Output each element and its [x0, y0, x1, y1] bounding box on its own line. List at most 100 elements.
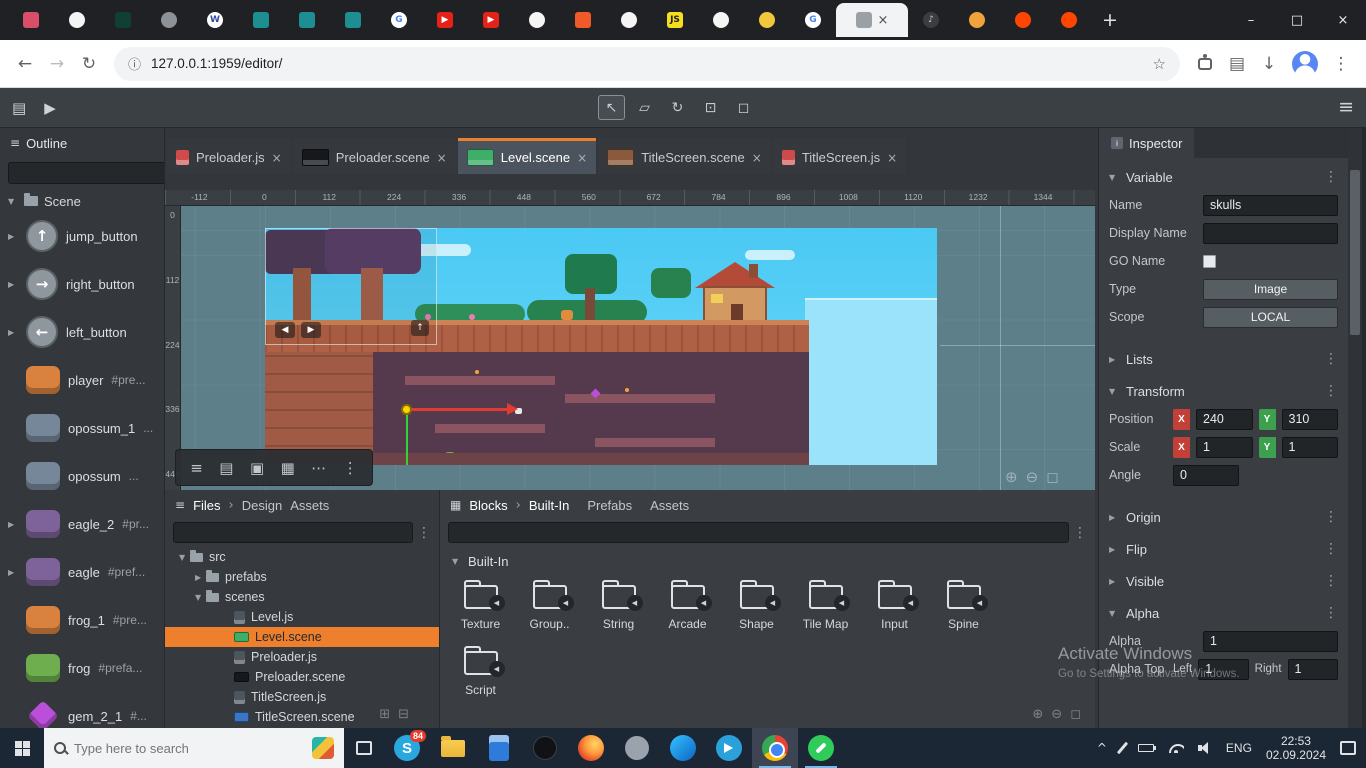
zoom-in-icon[interactable]: ⊕: [1005, 468, 1018, 486]
inspector-scrollbar[interactable]: [1348, 128, 1362, 728]
section-menu-icon[interactable]: ⋮: [1324, 169, 1338, 185]
expand-caret[interactable]: ▼: [1109, 173, 1119, 182]
display-name-input[interactable]: [1203, 223, 1338, 244]
task-view-button[interactable]: [344, 728, 384, 768]
file-tree-item[interactable]: Level.js: [165, 607, 439, 627]
scrollbar-thumb[interactable]: [1350, 170, 1360, 335]
block-item[interactable]: ◀ Script: [446, 643, 515, 709]
browser-tab[interactable]: ▶: [422, 3, 468, 37]
scale-x-input[interactable]: [1196, 437, 1253, 458]
canvas-toolbar-icon[interactable]: ⋯: [311, 459, 326, 477]
editor-tab[interactable]: Preloader.scene ×: [293, 138, 456, 174]
url-bar[interactable]: ⓘ 127.0.0.1:1959/editor/ ☆: [114, 47, 1180, 81]
file-tree-item[interactable]: ▶ prefabs: [165, 567, 439, 587]
expand-caret[interactable]: ▼: [179, 553, 190, 562]
browser-tab[interactable]: [514, 3, 560, 37]
zoom-fit-icon[interactable]: ◻: [1070, 707, 1081, 722]
hidden-icons-chevron[interactable]: ^: [1097, 741, 1107, 755]
browser-tab[interactable]: [1000, 3, 1046, 37]
grid-view-icon[interactable]: ⊞: [379, 707, 390, 722]
editor-tab[interactable]: TitleScreen.scene ×: [598, 138, 771, 174]
scale-y-input[interactable]: [1282, 437, 1339, 458]
type-button[interactable]: Image: [1203, 279, 1338, 300]
outline-item[interactable]: ▶ eagle #pref...: [0, 548, 164, 596]
position-x-input[interactable]: [1196, 409, 1253, 430]
gizmo-x-arrowhead[interactable]: [507, 403, 518, 415]
block-item[interactable]: ◀ Shape: [722, 577, 791, 643]
site-info-icon[interactable]: ⓘ: [128, 54, 141, 73]
tab-assets[interactable]: Assets: [290, 498, 329, 513]
gizmo-x-axis[interactable]: [407, 408, 507, 411]
outline-item[interactable]: ▶ ↑ jump_button: [0, 212, 164, 260]
angle-input[interactable]: [1173, 465, 1239, 486]
expand-caret[interactable]: ▼: [1109, 609, 1119, 618]
scope-button[interactable]: LOCAL: [1203, 307, 1338, 328]
outline-root-scene[interactable]: ▼ Scene: [0, 190, 164, 212]
taskbar-telegram[interactable]: [706, 728, 752, 768]
browser-tab[interactable]: [330, 3, 376, 37]
url-text[interactable]: 127.0.0.1:1959/editor/: [151, 56, 282, 71]
blocks-menu-icon[interactable]: ⋮: [1073, 525, 1087, 541]
profile-avatar[interactable]: [1292, 51, 1318, 77]
taskbar-edge[interactable]: [660, 728, 706, 768]
browser-tab[interactable]: G: [376, 3, 422, 37]
outline-item[interactable]: player #pre...: [0, 356, 164, 404]
browser-tab[interactable]: G: [790, 3, 836, 37]
outline-item[interactable]: op​ossum ...: [0, 452, 164, 500]
tab-close-icon[interactable]: ×: [878, 13, 889, 28]
expand-caret[interactable]: ▶: [8, 232, 18, 241]
side-panel-icon[interactable]: ▤: [1222, 54, 1252, 74]
expand-caret[interactable]: ▼: [452, 557, 462, 566]
file-tree-item[interactable]: Level.scene: [165, 627, 439, 647]
alpha-top-left-input[interactable]: [1198, 659, 1248, 680]
window-minimize-button[interactable]: –: [1228, 0, 1274, 40]
file-tree-item[interactable]: TitleScreen.js: [165, 687, 439, 707]
expand-caret[interactable]: ▶: [195, 573, 206, 582]
position-y-input[interactable]: [1282, 409, 1339, 430]
browser-tab-active[interactable]: ×: [836, 3, 908, 37]
browser-tab[interactable]: [606, 3, 652, 37]
browser-tab[interactable]: [100, 3, 146, 37]
go-name-checkbox[interactable]: [1203, 255, 1216, 268]
browser-tab[interactable]: ▶: [468, 3, 514, 37]
start-button[interactable]: [0, 728, 44, 768]
taskbar-search[interactable]: [44, 728, 344, 768]
speaker-icon[interactable]: [1198, 742, 1212, 754]
editor-tab[interactable]: Preloader.js ×: [167, 138, 291, 174]
file-tree-item[interactable]: Preloader.js: [165, 647, 439, 667]
files-search-input[interactable]: [173, 522, 413, 543]
expand-caret[interactable]: ▶: [1109, 513, 1119, 522]
blocks-tab[interactable]: Assets: [650, 498, 689, 513]
section-menu-icon[interactable]: ⋮: [1324, 383, 1338, 399]
browser-tab[interactable]: [560, 3, 606, 37]
expand-caret[interactable]: ▼: [1109, 387, 1119, 396]
wifi-icon[interactable]: [1168, 743, 1184, 753]
taskbar-clock[interactable]: 22:53 02.09.2024: [1266, 734, 1326, 762]
canvas-toolbar-icon[interactable]: ▤: [219, 459, 233, 477]
block-item[interactable]: ◀ Tile Map: [791, 577, 860, 643]
expand-caret[interactable]: ▶: [8, 520, 18, 529]
transform-tool-button[interactable]: ↻: [664, 95, 691, 120]
taskbar-chrome[interactable]: [752, 728, 798, 768]
back-button[interactable]: ←: [10, 54, 40, 74]
browser-tab[interactable]: [284, 3, 330, 37]
expand-caret[interactable]: ▶: [8, 280, 18, 289]
language-indicator[interactable]: ENG: [1226, 741, 1252, 755]
taskbar-calculator[interactable]: [476, 728, 522, 768]
outline-item[interactable]: frog_1 #pre...: [0, 596, 164, 644]
browser-tab[interactable]: [698, 3, 744, 37]
section-menu-icon[interactable]: ⋮: [1324, 509, 1338, 525]
browser-tab[interactable]: ♪: [908, 3, 954, 37]
file-tree-item[interactable]: Preloader.scene: [165, 667, 439, 687]
extensions-icon[interactable]: [1198, 58, 1212, 70]
search-highlight-icon[interactable]: [312, 737, 334, 759]
expand-caret[interactable]: ▶: [1109, 545, 1119, 554]
section-menu-icon[interactable]: ⋮: [1324, 541, 1338, 557]
transform-tool-button[interactable]: ▱: [631, 95, 658, 120]
tab-close-icon[interactable]: ×: [577, 151, 587, 165]
section-variable[interactable]: ▼ Variable ⋮: [1099, 164, 1348, 190]
canvas-toolbar-icon[interactable]: ▦: [281, 459, 295, 477]
alpha-input[interactable]: [1203, 631, 1338, 652]
tab-inspector[interactable]: i Inspector: [1099, 128, 1194, 158]
notification-center-icon[interactable]: [1340, 741, 1356, 755]
